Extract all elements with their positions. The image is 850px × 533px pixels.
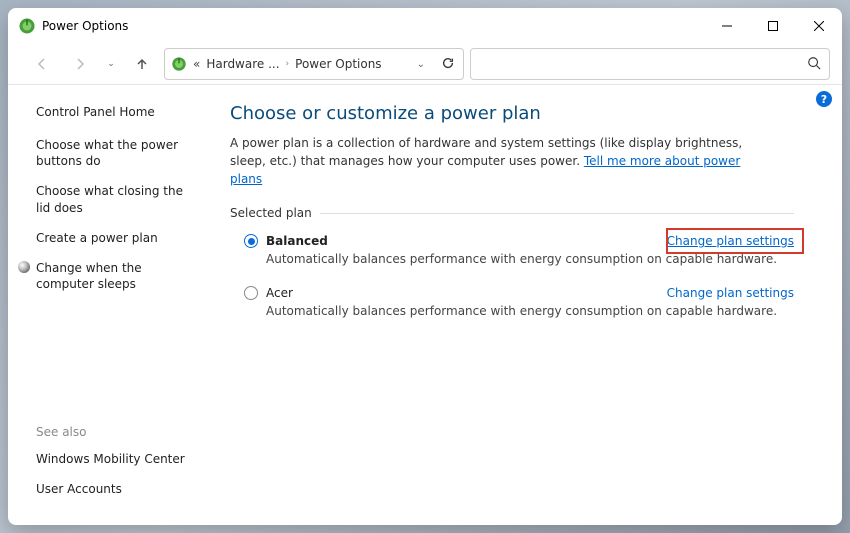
page-description: A power plan is a collection of hardware…: [230, 134, 770, 188]
sidebar: Control Panel Home Choose what the power…: [8, 85, 212, 525]
section-divider: [320, 213, 794, 214]
change-plan-settings-link[interactable]: Change plan settings: [667, 234, 794, 248]
power-plan-item: Balanced Change plan settings Automatica…: [244, 234, 814, 266]
sidebar-link-create-plan[interactable]: Create a power plan: [36, 230, 200, 246]
power-plan-item: Acer Change plan settings Automatically …: [244, 286, 814, 318]
sidebar-link-computer-sleeps[interactable]: Change when the computer sleeps: [36, 260, 200, 292]
sidebar-link-closing-lid[interactable]: Choose what closing the lid does: [36, 183, 200, 215]
section-label: Selected plan: [230, 206, 312, 220]
control-panel-window: Power Options ⌄ « Hardware ... › Power O…: [8, 8, 842, 525]
maximize-button[interactable]: [750, 8, 796, 44]
see-also-label: See also: [36, 425, 200, 439]
power-options-icon: [171, 56, 187, 72]
content-area: ? Control Panel Home Choose what the pow…: [8, 85, 842, 525]
recent-dropdown[interactable]: ⌄: [102, 48, 120, 80]
forward-button[interactable]: [64, 48, 96, 80]
window-buttons: [704, 8, 842, 44]
sidebar-link-power-buttons[interactable]: Choose what the power buttons do: [36, 137, 200, 169]
title-bar: Power Options: [8, 8, 842, 44]
search-icon: [807, 56, 821, 73]
page-title: Choose or customize a power plan: [230, 103, 814, 124]
plan-description: Automatically balances performance with …: [266, 252, 814, 266]
breadcrumb-segment[interactable]: Hardware ...: [204, 57, 281, 71]
chevron-right-icon: ›: [286, 59, 290, 69]
address-bar[interactable]: « Hardware ... › Power Options ⌄: [164, 48, 464, 80]
back-button[interactable]: [26, 48, 58, 80]
address-dropdown[interactable]: ⌄: [413, 59, 429, 70]
breadcrumb-ellipsis[interactable]: «: [193, 57, 200, 71]
minimize-button[interactable]: [704, 8, 750, 44]
see-also-user-accounts[interactable]: User Accounts: [36, 481, 200, 497]
help-icon[interactable]: ?: [816, 91, 832, 107]
plan-description: Automatically balances performance with …: [266, 304, 814, 318]
breadcrumb-segment[interactable]: Power Options: [293, 57, 383, 71]
navigation-bar: ⌄ « Hardware ... › Power Options ⌄: [8, 44, 842, 84]
plan-name[interactable]: Acer: [266, 286, 293, 300]
plan-name[interactable]: Balanced: [266, 234, 328, 248]
search-box[interactable]: [470, 48, 830, 80]
refresh-button[interactable]: [433, 56, 457, 73]
up-button[interactable]: [126, 48, 158, 80]
control-panel-home-link[interactable]: Control Panel Home: [36, 105, 200, 119]
section-header: Selected plan: [230, 206, 814, 220]
plan-radio-balanced[interactable]: [244, 234, 258, 248]
change-plan-settings-link[interactable]: Change plan settings: [667, 286, 794, 300]
window-title: Power Options: [42, 19, 128, 33]
main-content: Choose or customize a power plan A power…: [212, 85, 842, 525]
see-also-mobility-center[interactable]: Windows Mobility Center: [36, 451, 200, 467]
power-options-icon: [18, 17, 36, 35]
plan-radio-acer[interactable]: [244, 286, 258, 300]
close-button[interactable]: [796, 8, 842, 44]
